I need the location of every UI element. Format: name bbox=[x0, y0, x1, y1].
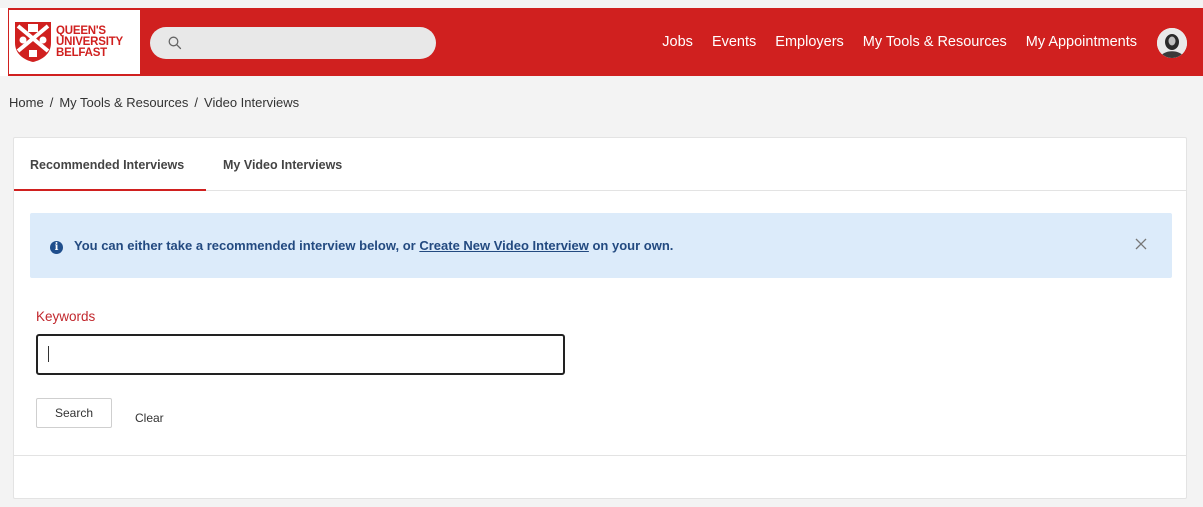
top-navigation-bar: QUEEN'S UNIVERSITY BELFAST Jobs Events E… bbox=[0, 8, 1203, 76]
breadcrumb-separator: / bbox=[49, 95, 54, 110]
avatar-icon bbox=[1157, 28, 1187, 58]
search-icon bbox=[168, 36, 182, 50]
logo-line-3: BELFAST bbox=[56, 46, 107, 59]
nav-events[interactable]: Events bbox=[712, 34, 756, 50]
nav-my-appointments[interactable]: My Appointments bbox=[1026, 34, 1137, 50]
panel-divider bbox=[14, 455, 1186, 456]
alert-message: You can either take a recommended interv… bbox=[74, 238, 673, 253]
header-left-edge bbox=[0, 8, 8, 76]
logo-line-2: UNIVERSITY bbox=[56, 35, 124, 48]
search-button[interactable]: Search bbox=[36, 398, 112, 428]
text-caret bbox=[48, 346, 49, 362]
create-new-video-interview-link[interactable]: Create New Video Interview bbox=[419, 238, 589, 253]
breadcrumb-current-page: Video Interviews bbox=[204, 95, 300, 110]
nav-employers[interactable]: Employers bbox=[775, 34, 844, 50]
alert-text-before: You can either take a recommended interv… bbox=[74, 238, 420, 253]
logo-line-1: QUEEN'S bbox=[56, 24, 106, 37]
tab-recommended-interviews[interactable]: Recommended Interviews bbox=[30, 158, 184, 172]
video-interviews-panel: Recommended Interviews My Video Intervie… bbox=[13, 137, 1187, 499]
crest-icon bbox=[15, 22, 51, 62]
alert-text-after: on your own. bbox=[588, 238, 674, 253]
user-avatar[interactable] bbox=[1157, 28, 1187, 58]
university-logo[interactable]: QUEEN'S UNIVERSITY BELFAST bbox=[9, 10, 140, 74]
info-alert: i You can either take a recommended inte… bbox=[30, 213, 1172, 278]
close-icon[interactable] bbox=[1134, 237, 1148, 251]
tab-bar: Recommended Interviews My Video Intervie… bbox=[14, 138, 1186, 191]
logo-wordmark: QUEEN'S UNIVERSITY BELFAST bbox=[56, 24, 124, 59]
clear-button[interactable]: Clear bbox=[135, 411, 164, 425]
nav-jobs[interactable]: Jobs bbox=[662, 34, 693, 50]
nav-my-tools-resources[interactable]: My Tools & Resources bbox=[863, 34, 1007, 50]
main-nav: Jobs Events Employers My Tools & Resourc… bbox=[643, 8, 1137, 76]
keywords-label: Keywords bbox=[36, 309, 96, 324]
tab-my-video-interviews[interactable]: My Video Interviews bbox=[223, 158, 342, 172]
info-icon: i bbox=[50, 241, 63, 254]
breadcrumb-my-tools-resources[interactable]: My Tools & Resources bbox=[59, 95, 188, 110]
active-tab-indicator bbox=[14, 189, 206, 191]
keywords-input[interactable] bbox=[36, 334, 565, 375]
global-search-input[interactable] bbox=[150, 27, 436, 59]
breadcrumb-separator: / bbox=[194, 95, 199, 110]
breadcrumb: Home / My Tools & Resources / Video Intervie… bbox=[9, 95, 299, 110]
breadcrumb-home[interactable]: Home bbox=[9, 95, 44, 110]
